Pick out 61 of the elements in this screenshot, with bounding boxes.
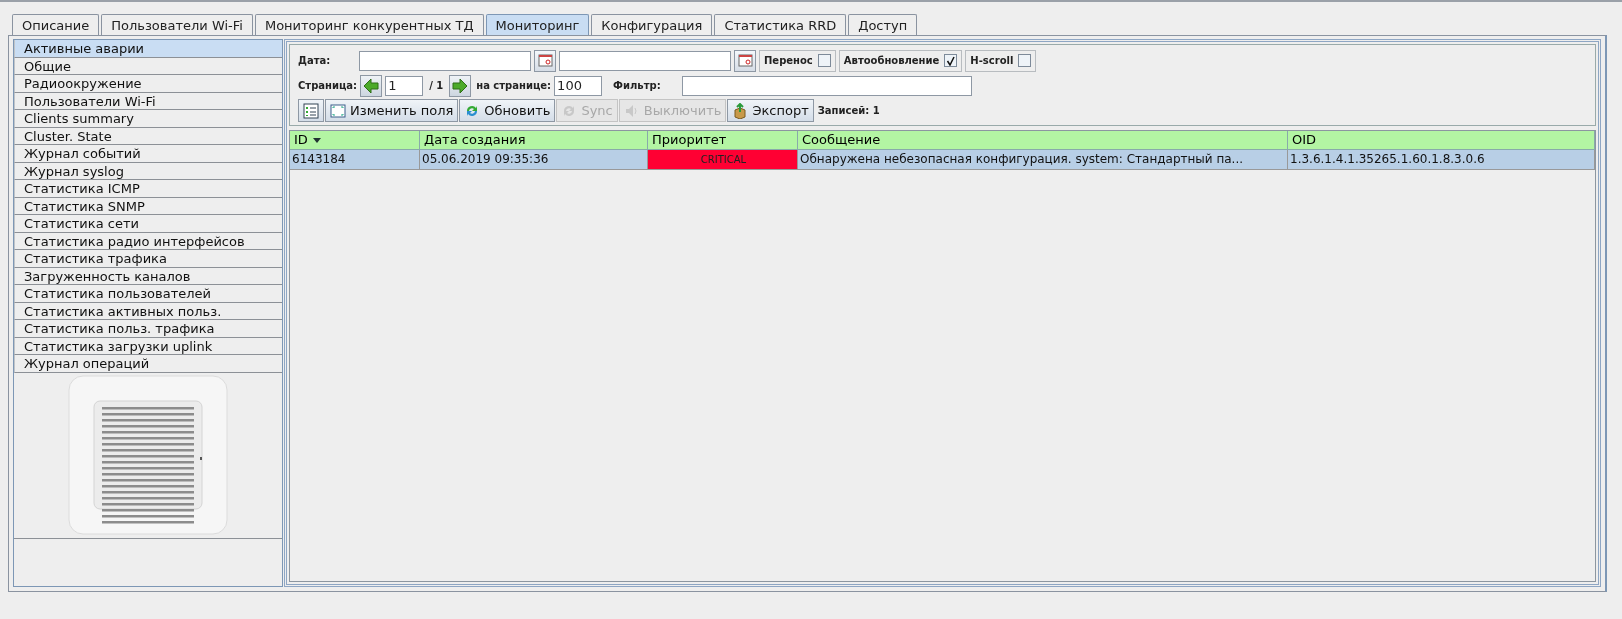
table-cell: Обнаружена небезопасная конфигурация. system: Стандартный па... [798,150,1288,170]
page-total: / 1 [429,80,444,91]
calendar-button[interactable] [534,49,556,72]
sidebar-item[interactable]: Статистика сети [14,215,282,233]
column-header[interactable]: Приоритет [648,131,798,150]
tab[interactable]: Мониторинг конкурентных ТД [254,14,484,35]
window-button[interactable]: Изменить поля [325,99,459,122]
refresh-button[interactable]: Обновить [459,99,556,122]
date-field[interactable] [359,50,531,71]
table-cell: 05.06.2019 09:35:36 [420,150,648,170]
sidebar-item[interactable]: Журнал операций [14,355,282,373]
tab[interactable]: Доступ [848,14,918,35]
table-cell: 1.3.6.1.4.1.35265.1.60.1.8.3.0.6 [1288,150,1595,170]
page-label: Страница: [298,80,358,91]
sidebar-item[interactable]: Активные аварии [14,40,282,58]
sidebar-item[interactable]: Журнал событий [14,145,282,163]
column-header[interactable]: OID [1288,131,1595,150]
column-header[interactable]: Сообщение [798,131,1288,150]
filter-label: Фильтр: [613,80,661,91]
filter-field[interactable] [681,75,972,96]
checkbox[interactable] [817,54,831,67]
tab[interactable]: Описание [12,14,100,35]
box-icon [732,102,749,119]
calendar-icon [537,53,553,68]
sidebar-item[interactable]: Clients summary [14,110,282,128]
right-arrow-icon [452,77,469,94]
column-header[interactable]: ID [290,131,420,150]
checkbox[interactable] [1018,54,1032,67]
previous-page-button[interactable] [360,74,383,97]
sidebar-item[interactable]: Статистика ICMP [14,180,282,198]
sidebar-item[interactable]: Радиоокружение [14,75,282,93]
tab[interactable]: Мониторинг [485,14,590,35]
sort-descending-icon [312,137,321,143]
records-count: Записей: 1 [817,105,880,116]
calendar-button[interactable] [734,49,756,72]
checkbox[interactable] [944,54,958,67]
list-button[interactable] [298,99,324,122]
box-button[interactable]: Экспорт [727,99,814,122]
left-arrow-icon [363,77,380,94]
table-cell: 6143184 [290,150,420,170]
window-icon [330,102,346,119]
option-label: Автообновление [843,55,940,66]
page-field[interactable]: 1 [385,75,424,96]
per-page-field[interactable]: 100 [554,75,603,96]
date-label: Дата: [298,55,332,66]
option-label: H-scroll [970,55,1014,66]
tab[interactable]: Пользователи Wi-Fi [101,14,253,35]
sidebar-item[interactable]: Статистика трафика [14,250,282,268]
sidebar-item[interactable]: Статистика польз. трафика [14,320,282,338]
calendar-icon [737,53,753,68]
tab[interactable]: Конфигурация [591,14,713,35]
sidebar-item[interactable]: Статистика пользователей [14,285,282,303]
column-header[interactable]: Дата создания [420,131,648,150]
option-label: Перенос [764,55,813,66]
check-icon [945,55,956,66]
priority-cell: CRITICAL [648,150,798,170]
date-field[interactable] [559,50,731,71]
tab[interactable]: Статистика RRD [714,14,847,35]
list-icon [303,102,319,119]
per-page-label: на странице: [476,80,552,91]
next-page-button[interactable] [449,74,472,97]
